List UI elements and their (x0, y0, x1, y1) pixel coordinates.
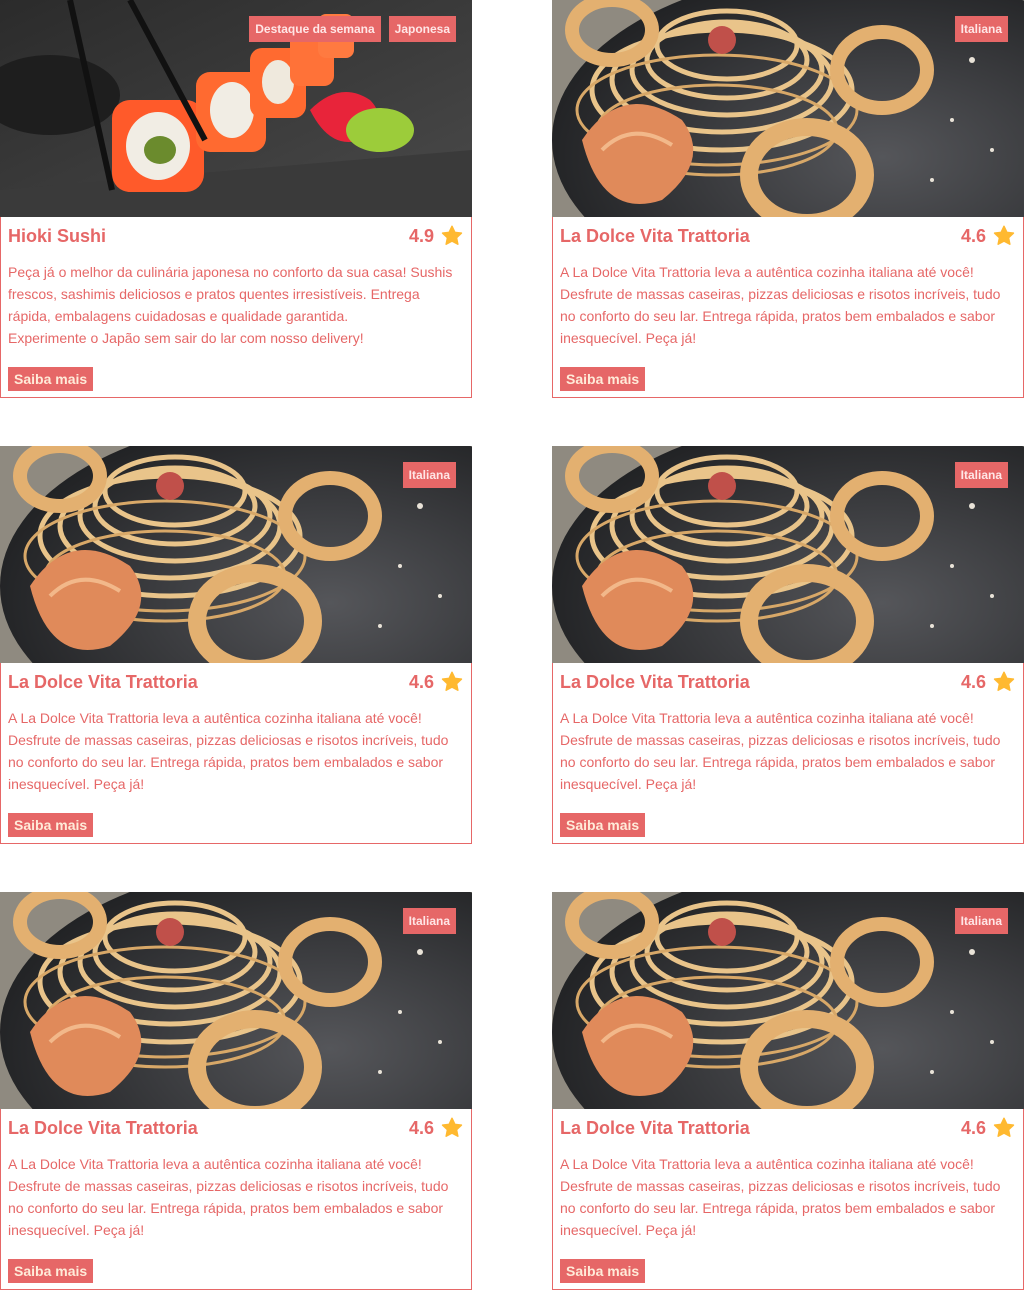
rating-value: 4.6 (960, 1117, 986, 1138)
category-tag: Japonesa (388, 16, 456, 42)
rating: 4.6 (409, 670, 464, 694)
restaurant-photo: Destaque da semana Japonesa (0, 0, 472, 217)
category-tag: Italiana (954, 462, 1008, 488)
rating-value: 4.6 (960, 671, 986, 692)
star-icon (992, 224, 1016, 248)
rating: 4.6 (961, 224, 1016, 248)
rating: 4.6 (409, 1116, 464, 1140)
tag-list: Italiana (954, 16, 1008, 42)
category-tag: Italiana (954, 908, 1008, 934)
tag-list: Italiana (402, 908, 456, 934)
restaurant-title: La Dolce Vita Trattoria (560, 225, 750, 246)
rating: 4.9 (409, 224, 464, 248)
restaurant-card: Italiana La Dolce Vita Trattoria 4.6 A L… (552, 446, 1024, 844)
title-row: La Dolce Vita Trattoria 4.6 (560, 1117, 1016, 1139)
restaurant-grid: Destaque da semana Japonesa Hioki Sushi 4… (0, 0, 1024, 1290)
saiba-mais-button[interactable]: Saiba mais (8, 1259, 94, 1283)
title-row: La Dolce Vita Trattoria 4.6 (560, 225, 1016, 247)
rating: 4.6 (961, 670, 1016, 694)
star-icon (992, 670, 1016, 694)
restaurant-title: Hioki Sushi (8, 225, 107, 246)
star-icon (440, 224, 464, 248)
restaurant-photo: Italiana (0, 892, 472, 1109)
restaurant-description: Peça já o melhor da culinária japonesa n… (8, 264, 453, 346)
restaurant-description: A La Dolce Vita Trattoria leva a autênti… (560, 264, 1001, 346)
restaurant-card: Italiana La Dolce Vita Trattoria 4.6 A L… (0, 446, 472, 844)
restaurant-photo: Italiana (552, 0, 1024, 217)
saiba-mais-button[interactable]: Saiba mais (560, 813, 646, 837)
card-body: La Dolce Vita Trattoria 4.6 A La Dolce V… (1, 663, 471, 837)
restaurant-title: La Dolce Vita Trattoria (560, 1117, 750, 1138)
category-tag: Italiana (954, 16, 1008, 42)
restaurant-description: A La Dolce Vita Trattoria leva a autênti… (560, 1156, 1001, 1238)
category-tag: Italiana (402, 908, 456, 934)
tag-list: Italiana (954, 908, 1008, 934)
restaurant-card: Destaque da semana Japonesa Hioki Sushi 4… (0, 0, 472, 398)
star-icon (440, 670, 464, 694)
category-tag: Italiana (402, 462, 456, 488)
rating-value: 4.6 (408, 1117, 434, 1138)
title-row: La Dolce Vita Trattoria 4.6 (8, 1117, 464, 1139)
tag-list: Italiana (954, 462, 1008, 488)
saiba-mais-button[interactable]: Saiba mais (8, 367, 94, 391)
restaurant-card: Italiana La Dolce Vita Trattoria 4.6 A L… (552, 892, 1024, 1290)
category-tag: Destaque da semana (249, 16, 381, 42)
restaurant-photo: Italiana (552, 892, 1024, 1109)
title-row: La Dolce Vita Trattoria 4.6 (560, 671, 1016, 693)
saiba-mais-button[interactable]: Saiba mais (560, 367, 646, 391)
rating-value: 4.6 (408, 671, 434, 692)
tag-list: Italiana (402, 462, 456, 488)
restaurant-description: A La Dolce Vita Trattoria leva a autênti… (8, 1156, 449, 1238)
card-body: La Dolce Vita Trattoria 4.6 A La Dolce V… (553, 663, 1023, 837)
title-row: Hioki Sushi 4.9 (8, 225, 464, 247)
rating-value: 4.6 (960, 225, 986, 246)
rating: 4.6 (961, 1116, 1016, 1140)
star-icon (992, 1116, 1016, 1140)
restaurant-description: A La Dolce Vita Trattoria leva a autênti… (8, 710, 449, 792)
restaurant-card: Italiana La Dolce Vita Trattoria 4.6 A L… (0, 892, 472, 1290)
restaurant-card: Italiana La Dolce Vita Trattoria 4.6 A L… (552, 0, 1024, 398)
restaurant-title: La Dolce Vita Trattoria (8, 671, 198, 692)
title-row: La Dolce Vita Trattoria 4.6 (8, 671, 464, 693)
restaurant-title: La Dolce Vita Trattoria (8, 1117, 198, 1138)
card-body: Hioki Sushi 4.9 Peça já o melhor da culi… (1, 217, 471, 391)
restaurant-title: La Dolce Vita Trattoria (560, 671, 750, 692)
saiba-mais-button[interactable]: Saiba mais (560, 1259, 646, 1283)
card-body: La Dolce Vita Trattoria 4.6 A La Dolce V… (553, 1109, 1023, 1283)
rating-value: 4.9 (408, 225, 434, 246)
restaurant-description: A La Dolce Vita Trattoria leva a autênti… (560, 710, 1001, 792)
card-body: La Dolce Vita Trattoria 4.6 A La Dolce V… (1, 1109, 471, 1283)
restaurant-photo: Italiana (552, 446, 1024, 663)
tag-list: Destaque da semana Japonesa (249, 16, 456, 42)
restaurant-photo: Italiana (0, 446, 472, 663)
card-body: La Dolce Vita Trattoria 4.6 A La Dolce V… (553, 217, 1023, 391)
saiba-mais-button[interactable]: Saiba mais (8, 813, 94, 837)
star-icon (440, 1116, 464, 1140)
